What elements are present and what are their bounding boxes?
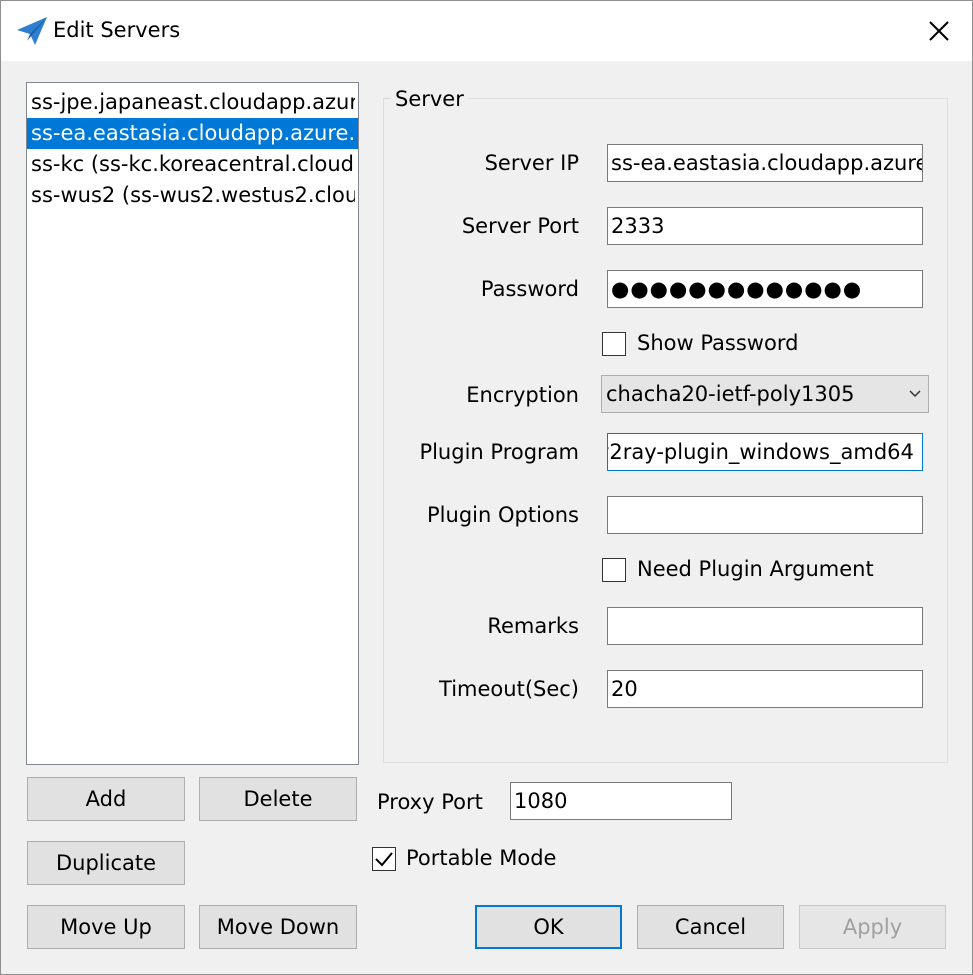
ok-button[interactable]: OK xyxy=(475,905,622,949)
plugin-program-value: v2ray-plugin_windows_amd64 xyxy=(607,440,914,464)
plugin-program-label: Plugin Program xyxy=(419,440,579,464)
need-plugin-argument-label[interactable]: Need Plugin Argument xyxy=(637,557,874,581)
plugin-options-label: Plugin Options xyxy=(427,503,579,527)
proxy-port-input[interactable]: 1080 xyxy=(510,782,732,820)
encryption-label: Encryption xyxy=(466,383,579,407)
server-list[interactable]: ss-jpe.japaneast.cloudapp.azure.com ss-e… xyxy=(26,82,359,765)
server-ip-label: Server IP xyxy=(484,151,579,175)
server-ip-input[interactable]: ss-ea.eastasia.cloudapp.azure xyxy=(607,144,923,182)
delete-button[interactable]: Delete xyxy=(199,777,357,821)
server-list-item-selected[interactable]: ss-ea.eastasia.cloudapp.azure.com xyxy=(27,118,358,149)
proxy-port-label: Proxy Port xyxy=(377,790,483,814)
apply-button[interactable]: Apply xyxy=(799,905,946,949)
cancel-button[interactable]: Cancel xyxy=(637,905,784,949)
server-list-item[interactable]: ss-jpe.japaneast.cloudapp.azure.com xyxy=(27,87,358,118)
need-plugin-argument-checkbox[interactable] xyxy=(602,558,626,582)
title-bar: Edit Servers xyxy=(1,1,972,61)
server-group-title: Server xyxy=(391,87,468,111)
password-label: Password xyxy=(480,277,579,301)
server-port-input[interactable]: 2333 xyxy=(607,207,923,245)
move-down-button[interactable]: Move Down xyxy=(199,905,357,949)
remarks-input[interactable] xyxy=(607,607,923,645)
paper-plane-icon xyxy=(17,17,47,45)
edit-servers-window: Edit Servers ss-jpe.japaneast.cloudapp.a… xyxy=(0,0,973,975)
encryption-select[interactable]: chacha20-ietf-poly1305 xyxy=(601,375,929,413)
close-icon[interactable] xyxy=(919,11,959,51)
server-groupbox xyxy=(383,98,948,763)
timeout-input[interactable]: 20 xyxy=(607,670,923,708)
show-password-checkbox[interactable] xyxy=(602,332,626,356)
chevron-down-icon xyxy=(909,390,921,398)
checkmark-icon xyxy=(375,852,393,867)
portable-mode-label[interactable]: Portable Mode xyxy=(406,846,556,870)
add-button[interactable]: Add xyxy=(27,777,185,821)
move-up-button[interactable]: Move Up xyxy=(27,905,185,949)
window-title: Edit Servers xyxy=(53,18,181,42)
server-list-item[interactable]: ss-wus2 (ss-wus2.westus2.cloudapp.azure.… xyxy=(27,180,358,211)
server-port-label: Server Port xyxy=(461,214,579,238)
encryption-value: chacha20-ietf-poly1305 xyxy=(606,382,855,406)
server-list-item[interactable]: ss-kc (ss-kc.koreacentral.cloudapp.azure… xyxy=(27,149,358,180)
remarks-label: Remarks xyxy=(487,614,579,638)
show-password-label[interactable]: Show Password xyxy=(637,331,798,355)
timeout-label: Timeout(Sec) xyxy=(439,677,579,701)
portable-mode-checkbox[interactable] xyxy=(372,847,396,871)
duplicate-button[interactable]: Duplicate xyxy=(27,841,185,885)
plugin-options-input[interactable] xyxy=(607,496,923,534)
password-input[interactable]: ●●●●●●●●●●●●● xyxy=(607,270,923,308)
plugin-program-input[interactable]: v2ray-plugin_windows_amd64 xyxy=(607,433,923,471)
